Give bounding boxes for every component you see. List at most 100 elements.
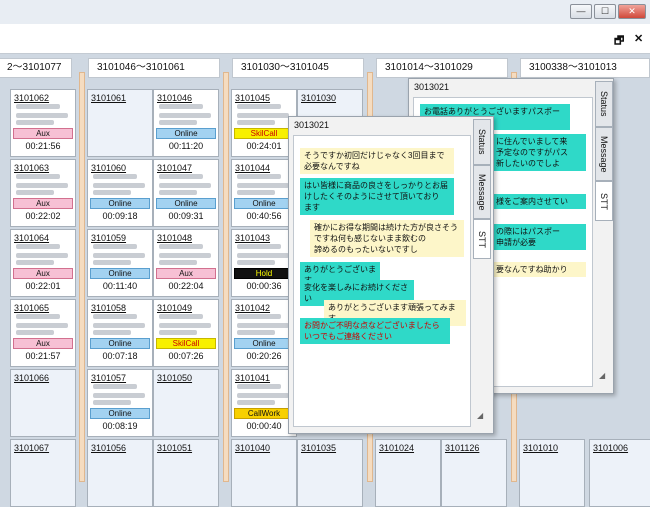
status-timer: 00:21:56 [25, 141, 61, 151]
chat-message: の際にはパスポー 申請が必要 [492, 224, 586, 250]
status-badge: Online [156, 128, 216, 139]
tab-stt[interactable]: STT [595, 181, 613, 221]
agent-id-link[interactable]: 3101066 [14, 373, 49, 383]
agent-card[interactable]: 3101065 Aux 00:21:57 [10, 299, 76, 367]
agent-id-link[interactable]: 3101047 [157, 163, 192, 173]
agent-id-link[interactable]: 3101062 [14, 93, 49, 103]
tab-message[interactable]: Message [473, 165, 491, 219]
agent-card[interactable]: 3101067 [10, 439, 76, 507]
agent-card[interactable]: 3101046 Online 00:11:20 [153, 89, 219, 157]
resize-grip-icon[interactable]: ◢ [599, 371, 605, 380]
agent-id-link[interactable]: 3101126 [445, 443, 479, 453]
agent-card[interactable]: 3101010 [519, 439, 585, 507]
blurred-name [16, 260, 54, 265]
status-timer: 00:00:40 [246, 421, 282, 431]
stt-popup-front[interactable]: 3013021 そうですか初回だけじゃなく3回目まで 必要なんですね はい皆様に… [288, 116, 494, 434]
status-badge: Online [90, 198, 150, 209]
agent-card[interactable]: 3101051 [153, 439, 219, 507]
agent-id-link[interactable]: 3101050 [157, 373, 192, 383]
blurred-name [237, 244, 281, 249]
agent-id-link[interactable]: 3101059 [91, 233, 126, 243]
status-timer: 00:22:02 [25, 211, 61, 221]
agent-id-link[interactable]: 3101057 [91, 373, 126, 383]
agent-id-link[interactable]: 3101006 [593, 443, 628, 453]
agent-card[interactable]: 3101058 Online 00:07:18 [87, 299, 153, 367]
blurred-name [93, 330, 131, 335]
status-badge: SkilCall [234, 128, 294, 139]
blurred-name [159, 113, 211, 118]
agent-card[interactable]: 3101006 [589, 439, 650, 507]
agent-card[interactable]: 3101059 Online 00:11:40 [87, 229, 153, 297]
blurred-name [93, 190, 131, 195]
tab-stt[interactable]: STT [473, 219, 491, 259]
tab-status[interactable]: Status [473, 119, 491, 165]
agent-id-link[interactable]: 3101035 [301, 443, 336, 453]
chat-message: 要なんですね助かり [492, 262, 586, 277]
agent-id-link[interactable]: 3101065 [14, 303, 49, 313]
status-badge: Hold [234, 268, 294, 279]
close-button[interactable]: ✕ [618, 4, 646, 19]
status-badge: Aux [156, 268, 216, 279]
agent-card[interactable]: 3101060 Online 00:09:18 [87, 159, 153, 227]
blurred-name [16, 190, 54, 195]
agent-id-link[interactable]: 3101045 [235, 93, 270, 103]
agent-card[interactable]: 3101126 [441, 439, 507, 507]
blurred-name [237, 183, 289, 188]
tab-message[interactable]: Message [595, 127, 613, 181]
agent-card[interactable]: 3101066 [10, 369, 76, 437]
status-timer: 00:20:26 [246, 351, 282, 361]
group-header-4: 3101014～3101029 [376, 58, 508, 78]
agent-id-link[interactable]: 3101043 [235, 233, 270, 243]
agent-card[interactable]: 3101049 SkilCall 00:07:26 [153, 299, 219, 367]
blurred-name [159, 244, 203, 249]
agent-id-link[interactable]: 3101010 [523, 443, 558, 453]
agent-card[interactable]: 3101062 Aux 00:21:56 [10, 89, 76, 157]
status-timer: 00:11:40 [102, 281, 138, 291]
blurred-name [159, 120, 197, 125]
agent-id-link[interactable]: 3101046 [157, 93, 192, 103]
status-timer: 00:40:56 [246, 211, 282, 221]
agent-id-link[interactable]: 3101024 [379, 443, 414, 453]
agent-id-link[interactable]: 3101063 [14, 163, 49, 173]
blurred-name [93, 260, 131, 265]
agent-id-link[interactable]: 3101042 [235, 303, 270, 313]
status-timer: 00:08:19 [102, 421, 138, 431]
agent-card[interactable]: 3101064 Aux 00:22:01 [10, 229, 76, 297]
popup-agent-id: 3013021 [414, 82, 450, 92]
agent-card[interactable]: 3101047 Online 00:09:31 [153, 159, 219, 227]
agent-id-link[interactable]: 3101041 [235, 373, 270, 383]
agent-id-link[interactable]: 3101061 [91, 93, 126, 103]
agent-id-link[interactable]: 3101060 [91, 163, 126, 173]
agent-card[interactable]: 3101048 Aux 00:22:04 [153, 229, 219, 297]
agent-id-link[interactable]: 3101056 [91, 443, 126, 453]
agent-card[interactable]: 3101035 [297, 439, 363, 507]
agent-card[interactable]: 3101063 Aux 00:22:02 [10, 159, 76, 227]
agent-id-link[interactable]: 3101048 [157, 233, 192, 243]
agent-card[interactable]: 3101056 [87, 439, 153, 507]
minimize-button[interactable]: — [570, 4, 592, 19]
restore-icon[interactable]: 🗗 [614, 32, 624, 51]
agent-card[interactable]: 3101040 [231, 439, 297, 507]
agent-id-link[interactable]: 3101064 [14, 233, 49, 243]
agent-id-link[interactable]: 3101051 [157, 443, 192, 453]
popup-agent-id: 3013021 [294, 120, 330, 130]
resize-grip-icon[interactable]: ◢ [477, 411, 483, 420]
agent-id-link[interactable]: 3101067 [14, 443, 49, 453]
blurred-name [16, 323, 68, 328]
blurred-name [93, 384, 137, 389]
agent-card[interactable]: 3101050 [153, 369, 219, 437]
blurred-name [237, 330, 275, 335]
maximize-button[interactable]: ☐ [594, 4, 616, 19]
status-timer: 00:07:18 [102, 351, 138, 361]
tab-status[interactable]: Status [595, 81, 613, 127]
agent-id-link[interactable]: 3101058 [91, 303, 126, 313]
close-icon[interactable]: ✕ [634, 32, 643, 45]
chat-message: そうですか初回だけじゃなく3回目まで 必要なんですね [300, 148, 454, 174]
agent-id-link[interactable]: 3101044 [235, 163, 270, 173]
agent-id-link[interactable]: 3101049 [157, 303, 192, 313]
agent-card[interactable]: 3101057 Online 00:08:19 [87, 369, 153, 437]
agent-id-link[interactable]: 3101040 [235, 443, 270, 453]
agent-id-link[interactable]: 3101030 [301, 93, 336, 103]
agent-card[interactable]: 3101024 [375, 439, 441, 507]
agent-card[interactable]: 3101061 [87, 89, 153, 157]
